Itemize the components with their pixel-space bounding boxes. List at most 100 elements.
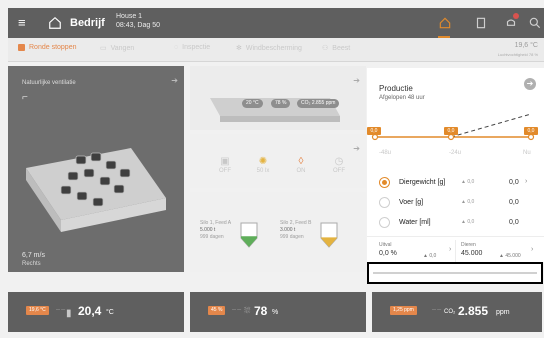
arrow-right-icon[interactable]: ➔ <box>353 76 360 85</box>
tab-windbescherming[interactable]: ✻ Windbescherming <box>236 44 302 53</box>
tab-beest[interactable]: ⚇ Beest <box>322 44 350 53</box>
co2-unit: ppm <box>496 309 510 316</box>
ventilation-label: Natuurlijke ventilatie <box>22 80 76 86</box>
scrollbar-track[interactable] <box>373 272 537 274</box>
silo-days: 999 dagen <box>280 234 304 240</box>
bulb-icon: ◌ <box>174 44 179 51</box>
ventilation-card[interactable]: Natuurlijke ventilatie ➔ ⌐ 6,7 m/s Recht… <box>8 66 184 272</box>
dieren-value: 45.000 <box>461 250 483 257</box>
fan-icon: ✻ <box>236 45 242 52</box>
tick-label: -24u <box>449 150 462 156</box>
dieren-label: Dieren <box>461 242 476 248</box>
chevron-right-icon[interactable]: › <box>449 246 451 253</box>
divider <box>455 240 456 262</box>
home-icon[interactable] <box>438 16 452 30</box>
arrow-right-icon[interactable]: ➔ <box>524 78 536 90</box>
tab-vangen[interactable]: ▭ Vangen <box>100 44 135 53</box>
row-value: 0,0 <box>509 199 519 206</box>
production-row-voer[interactable]: Voer [g] ▲ 0,0 0,0 <box>367 194 544 212</box>
people-icon: ⚇ <box>322 45 329 52</box>
silo-amount: 5.000 t <box>200 227 216 233</box>
divider <box>367 236 544 237</box>
radio-button[interactable] <box>379 177 390 188</box>
house-model-illustration <box>26 148 166 232</box>
row-name: Water [ml] <box>399 219 431 226</box>
temperature-value: 20,4 <box>78 304 102 318</box>
production-row-water[interactable]: Water [ml] ▲ 0,0 0,0 <box>367 214 544 232</box>
trend-marker: — — <box>232 306 242 311</box>
control-clock[interactable]: ◷ OFF <box>324 156 354 174</box>
trend-marker: — — <box>56 306 66 311</box>
dieren-delta: ▲ 45.000 <box>499 253 521 259</box>
co2-pill: CO₂ 2.855 ppm <box>297 99 340 108</box>
chart-tag: 0,0 <box>444 127 458 135</box>
row-value: 0,0 <box>509 179 519 186</box>
tabs-bar: Ronde stoppen ▭ Vangen ◌ Inspectie ✻ Win… <box>8 38 544 62</box>
house-icon[interactable] <box>48 16 62 30</box>
silo-name: Silo 2, Feed B <box>280 220 312 226</box>
tab-label: Ronde stoppen <box>29 44 77 51</box>
hamburger-icon[interactable]: ≡ <box>18 16 26 29</box>
temperature-badge: 19,6 °C <box>26 306 49 315</box>
humidity-pill: 78 % <box>271 99 291 108</box>
radio-button[interactable] <box>379 217 390 228</box>
tick-label: Nu <box>523 150 531 156</box>
tab-label: Vangen <box>110 44 135 52</box>
panel-icon: ▣ <box>220 156 230 167</box>
radio-button[interactable] <box>379 197 390 208</box>
wind-info: 6,7 m/s Rechts <box>22 252 45 267</box>
silos-card[interactable]: Silo 1, Feed A 5.000 t 999 dagen Silo 2,… <box>190 192 366 272</box>
humidity-tile[interactable]: 45 % — — ⛆ 78 % <box>190 292 366 332</box>
temp-pill: 20 °C <box>242 99 263 108</box>
time-day: 08:43, Dag 50 <box>116 22 160 29</box>
temperature-tile[interactable]: 19,6 °C — — ▮ 20,4 °C <box>8 292 184 332</box>
silo-days: 999 dagen <box>200 234 224 240</box>
production-title: Productie <box>379 84 413 93</box>
production-panel: Productie Afgelopen 48 uur ➔ 0,0 0,0 0,0… <box>367 68 544 262</box>
row-delta: ▲ 0,0 <box>461 219 475 225</box>
humidity-icon: ⛆ <box>244 306 251 315</box>
control-label: ON <box>296 168 306 174</box>
clock-icon: ◷ <box>334 156 344 167</box>
control-panel[interactable]: ▣ OFF <box>210 156 240 174</box>
tab-inspectie[interactable]: ◌ Inspectie <box>174 44 210 51</box>
controls-card[interactable]: ➔ ▣ OFF ✺ 50 lx ◊ ON ◷ OFF <box>190 134 366 188</box>
production-subtitle: Afgelopen 48 uur <box>379 95 425 101</box>
weather-temp: 19,6 °C <box>514 42 538 49</box>
row-delta: ▲ 0,0 <box>461 179 475 185</box>
production-row-diergewicht[interactable]: Diergewicht [g] ▲ 0,0 0,0 › <box>367 174 544 192</box>
wind-speed: 6,7 m/s <box>22 252 45 259</box>
wind-direction: Rechts <box>22 261 41 267</box>
uitval-delta: ▲ 0,0 <box>423 253 437 259</box>
page-title: Bedrijf <box>70 17 105 29</box>
co2-tile[interactable]: 1,25 ppm — — CO₂ 2.855 ppm <box>372 292 542 332</box>
tab-label: Windbescherming <box>245 44 302 52</box>
chart-tag: 0,0 <box>524 127 538 135</box>
production-chart <box>371 113 535 141</box>
tick-label: -48u <box>379 150 392 156</box>
co2-value: 2.855 <box>458 304 489 318</box>
tab-ronde-stoppen[interactable]: Ronde stoppen <box>18 44 76 51</box>
control-light[interactable]: ✺ 50 lx <box>248 156 278 174</box>
trend-marker: — — <box>432 306 442 311</box>
row-delta: ▲ 0,0 <box>461 199 475 205</box>
house-name[interactable]: House 1 <box>116 13 142 20</box>
highlight-box <box>367 262 543 284</box>
control-water[interactable]: ◊ ON <box>286 156 316 174</box>
chevron-right-icon[interactable]: › <box>525 178 527 185</box>
silo-2-gauge <box>320 222 338 248</box>
light-icon: ✺ <box>258 156 268 167</box>
uitval-label: Uitval <box>379 242 392 248</box>
row-value: 0,0 <box>509 219 519 226</box>
document-icon[interactable] <box>474 16 488 30</box>
chart-tag: 0,0 <box>367 127 381 135</box>
row-name: Voer [g] <box>399 199 424 206</box>
control-label: 50 lx <box>256 168 270 174</box>
tab-label: Inspectie <box>182 44 211 51</box>
search-icon[interactable] <box>528 16 542 30</box>
climate-card[interactable]: ➔ 20 °C 78 % CO₂ 2.855 ppm <box>190 66 366 130</box>
arrow-right-icon[interactable]: ➔ <box>171 76 178 85</box>
arrow-right-icon[interactable]: ➔ <box>353 144 360 153</box>
chevron-right-icon[interactable]: › <box>531 246 533 253</box>
thermometer-icon: ▮ <box>66 308 72 319</box>
